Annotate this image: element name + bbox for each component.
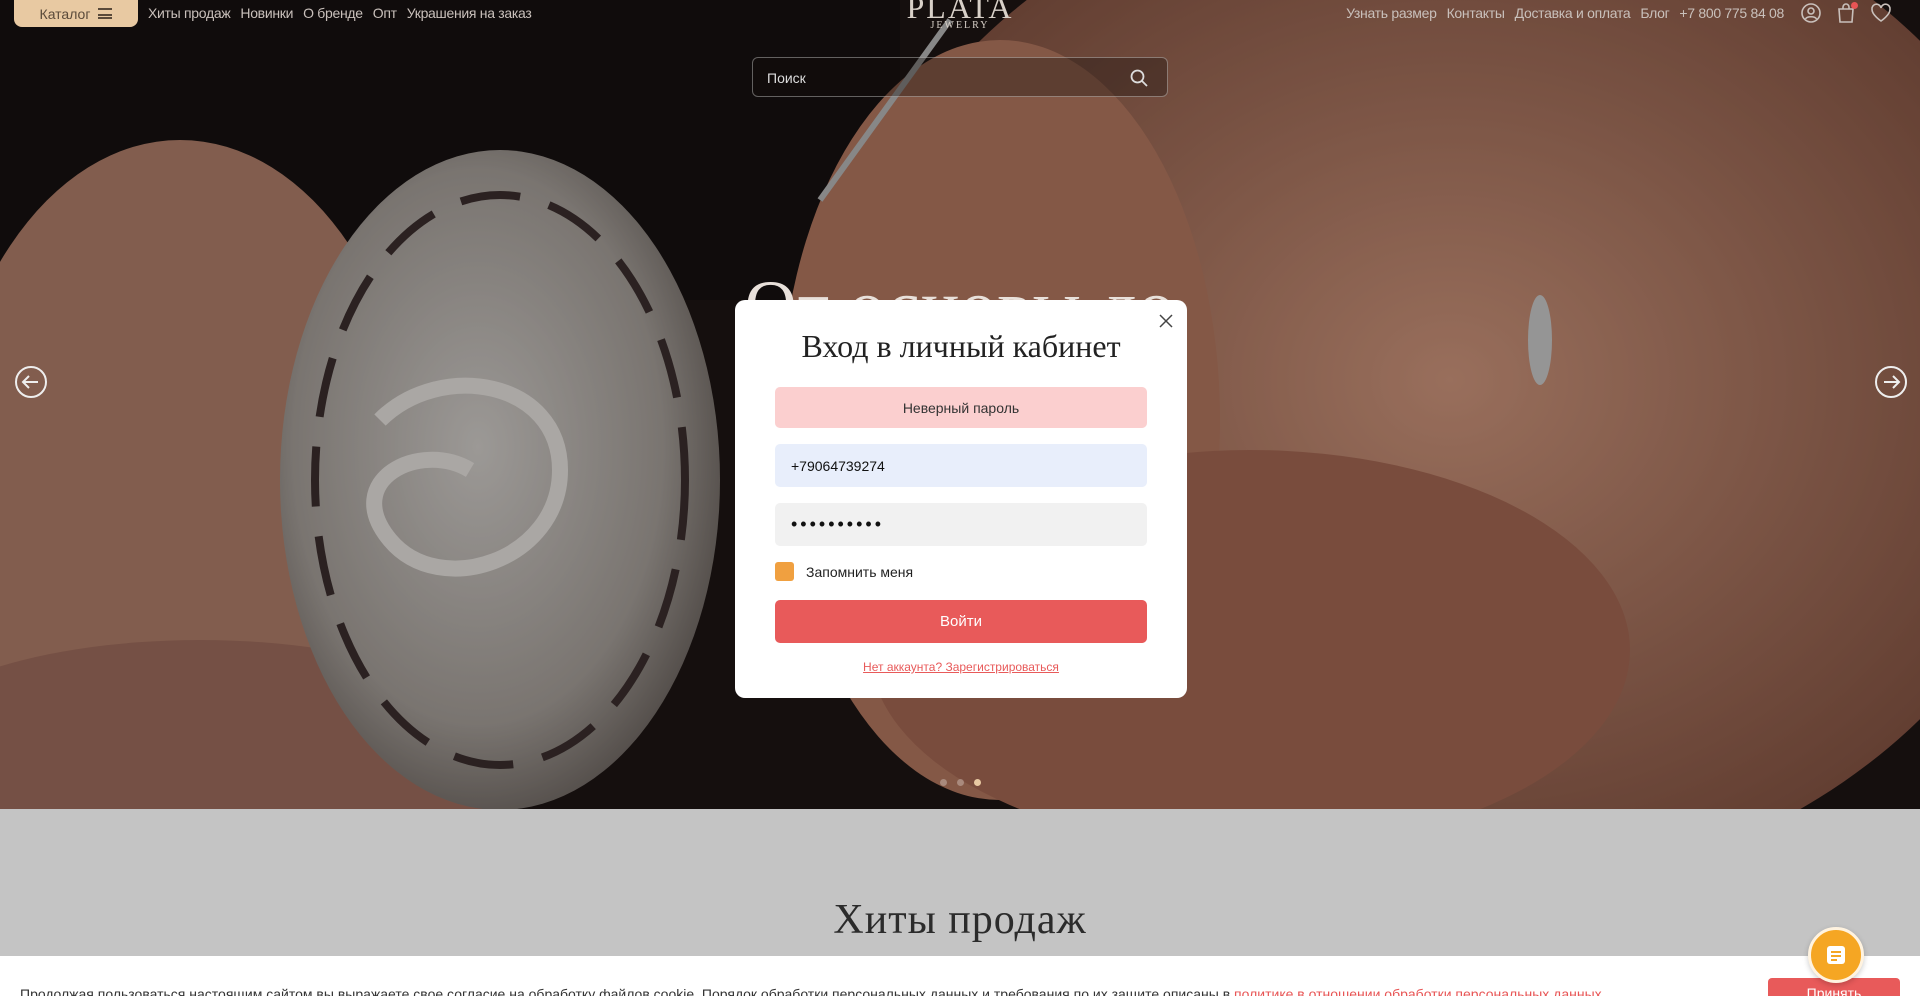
search-icon[interactable] bbox=[1129, 68, 1149, 88]
chat-icon bbox=[1827, 946, 1845, 964]
slider-dots bbox=[940, 779, 981, 786]
next-slide-arrow-icon[interactable] bbox=[1874, 365, 1908, 399]
privacy-policy-link[interactable]: политике в отношении обработки персональ… bbox=[1234, 986, 1602, 996]
site-header: Каталог Хиты продаж Новинки О бренде Опт… bbox=[0, 0, 1920, 31]
nav-size-guide[interactable]: Узнать размер bbox=[1346, 5, 1437, 21]
user-icon[interactable] bbox=[1800, 2, 1822, 24]
cookie-banner: Продолжая пользоваться настоящим сайтом … bbox=[0, 956, 1920, 996]
header-icons bbox=[1800, 2, 1892, 24]
cookie-text: Продолжая пользоваться настоящим сайтом … bbox=[20, 986, 1602, 996]
catalog-label: Каталог bbox=[39, 5, 91, 22]
cookie-message: Продолжая пользоваться настоящим сайтом … bbox=[20, 986, 1235, 996]
remember-checkbox[interactable] bbox=[775, 562, 794, 581]
modal-title: Вход в личный кабинет bbox=[801, 328, 1121, 364]
phone-link[interactable]: +7 800 775 84 08 bbox=[1679, 5, 1784, 21]
heart-icon[interactable] bbox=[1870, 2, 1892, 24]
slider-dot-active[interactable] bbox=[974, 779, 981, 786]
nav-custom-jewelry[interactable]: Украшения на заказ bbox=[407, 5, 532, 21]
nav-contacts[interactable]: Контакты bbox=[1447, 5, 1505, 21]
nav-bestsellers[interactable]: Хиты продаж bbox=[148, 5, 231, 21]
login-button[interactable]: Войти bbox=[775, 600, 1147, 643]
slider-dot[interactable] bbox=[957, 779, 964, 786]
remember-label: Запомнить меня bbox=[806, 563, 914, 580]
catalog-button[interactable]: Каталог bbox=[14, 0, 138, 27]
menu-icon bbox=[98, 8, 113, 19]
search-input[interactable] bbox=[767, 67, 1107, 89]
cart-badge bbox=[1851, 2, 1858, 9]
nav-about[interactable]: О бренде bbox=[303, 5, 363, 21]
bestsellers-section: Хиты продаж bbox=[0, 809, 1920, 956]
bestsellers-title: Хиты продаж bbox=[833, 897, 1087, 943]
logo[interactable]: PLATA JEWELRY bbox=[860, 0, 1060, 31]
nav-delivery[interactable]: Доставка и оплата bbox=[1515, 5, 1631, 21]
phone-field[interactable] bbox=[775, 444, 1147, 487]
cart-button[interactable] bbox=[1836, 2, 1858, 24]
password-field[interactable] bbox=[775, 503, 1147, 546]
nav-blog[interactable]: Блог bbox=[1640, 5, 1669, 21]
prev-slide-arrow-icon[interactable] bbox=[14, 365, 48, 399]
page: От основы до Каталог Хиты продаж Новинки… bbox=[0, 0, 1920, 996]
logo-sub: JEWELRY bbox=[930, 20, 990, 31]
secondary-nav: Узнать размер Контакты Доставка и оплата… bbox=[1346, 5, 1784, 21]
nav-new[interactable]: Новинки bbox=[240, 5, 293, 21]
error-message: Неверный пароль bbox=[775, 387, 1147, 428]
register-link[interactable]: Нет аккаунта? Зарегистрироваться bbox=[735, 660, 1187, 674]
search-bar bbox=[752, 57, 1168, 97]
main-nav: Хиты продаж Новинки О бренде Опт Украшен… bbox=[148, 5, 532, 21]
chat-button[interactable] bbox=[1808, 927, 1864, 983]
slider-dot[interactable] bbox=[940, 779, 947, 786]
nav-wholesale[interactable]: Опт bbox=[373, 5, 397, 21]
remember-me[interactable]: Запомнить меня bbox=[775, 562, 913, 581]
login-modal: Вход в личный кабинет Неверный пароль За… bbox=[735, 300, 1187, 698]
